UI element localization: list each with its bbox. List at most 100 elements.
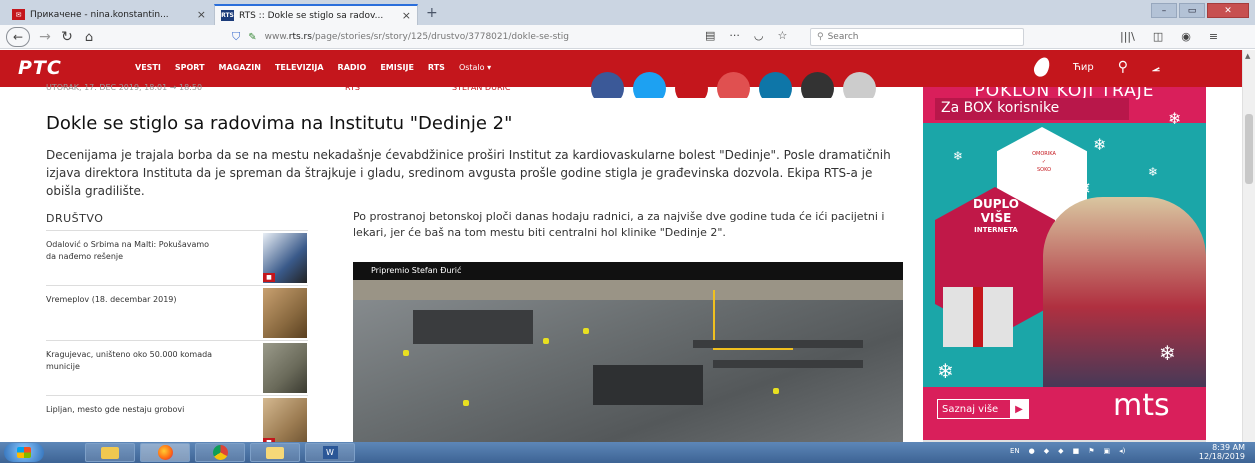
related-item-title[interactable]: Odalović o Srbima na Malti: Pokušavamo d… — [46, 239, 216, 263]
nav-item-rts[interactable]: RTS — [428, 63, 445, 72]
taskbar-clock[interactable]: 8:39 AM 12/18/2019 — [1199, 443, 1245, 461]
twitter-share-icon[interactable] — [633, 72, 666, 98]
nav-item-vesti[interactable]: VESTI — [135, 63, 161, 72]
menu-icon[interactable]: ≡ — [1209, 30, 1218, 43]
facebook-share-icon[interactable] — [591, 72, 624, 98]
list-item[interactable]: Odalović o Srbima na Malti: Pokušavamo d… — [46, 230, 308, 285]
ad-cta-button[interactable]: Saznaj više ▶ — [937, 399, 1029, 419]
ad-family-photo — [1043, 197, 1206, 397]
bookmark-star-icon[interactable]: ☆ — [778, 29, 788, 42]
site-search-icon[interactable]: ⚲ — [1118, 59, 1128, 75]
pinterest-share-icon[interactable] — [675, 72, 708, 98]
scroll-up-icon[interactable]: ▲ — [1245, 52, 1250, 60]
site-logo[interactable]: PTC — [18, 57, 62, 79]
new-tab-button[interactable]: + — [426, 5, 438, 21]
print-icon[interactable] — [801, 72, 834, 98]
related-thumbnail[interactable] — [263, 288, 307, 338]
language-indicator[interactable]: EN — [1010, 447, 1020, 455]
related-item-title[interactable]: Lipljan, mesto gde nestaju grobovi — [46, 404, 216, 416]
linkedin-share-icon[interactable] — [759, 72, 792, 98]
volume-icon[interactable]: ◂) — [1119, 447, 1125, 455]
rss-icon[interactable]: ⦟ — [1152, 60, 1160, 75]
network-icon[interactable]: ▣ — [1103, 447, 1110, 455]
start-button[interactable] — [4, 443, 44, 462]
script-toggle[interactable]: Ћир — [1073, 62, 1094, 73]
clock-time: 8:39 AM — [1212, 443, 1245, 452]
folder-icon — [266, 446, 284, 459]
article-author[interactable]: STEFAN ĐURIĆ — [452, 83, 510, 92]
close-window-button[interactable]: ✕ — [1207, 3, 1249, 18]
nav-item-ostalo[interactable]: Ostalo ▾ — [459, 63, 491, 72]
browser-toolbar: ← → ↻ ⌂ ⛉ ✎ www.rts.rs/page/stories/sr/s… — [0, 25, 1255, 49]
ad-duplo: DUPLO VIŠE INTERNETA — [951, 197, 1041, 235]
tray-app-icon[interactable]: ◆ — [1058, 447, 1063, 455]
related-section-title[interactable]: DRUŠTVO — [46, 212, 103, 225]
tab-title: RTS :: Dokle se stiglo sa radov... — [239, 10, 384, 21]
tab-rts-article[interactable]: RTS RTS :: Dokle se stiglo sa radov... × — [214, 4, 418, 25]
list-item[interactable]: Kragujevac, uništeno oko 50.000 komada m… — [46, 340, 308, 395]
tray-app-icon[interactable]: ■ — [1073, 447, 1080, 455]
nav-item-televizija[interactable]: TELEVIZIJA — [275, 63, 324, 72]
search-icon: ⚲ — [817, 32, 824, 42]
account-icon[interactable]: ◉ — [1181, 30, 1191, 43]
help-icon[interactable]: ● — [1029, 447, 1035, 455]
url-path: /page/stories/sr/story/125/drustvo/37780… — [311, 32, 570, 42]
google-share-icon[interactable] — [717, 72, 750, 98]
address-bar[interactable]: ⛉ ✎ www.rts.rs/page/stories/sr/story/125… — [232, 28, 710, 46]
related-thumbnail[interactable] — [263, 343, 307, 393]
taskbar-firefox[interactable] — [140, 443, 190, 462]
site-wall — [353, 280, 903, 300]
tracking-shield-icon[interactable]: ⛉ — [232, 30, 240, 44]
tab-title: Прикачене - nina.konstantin... — [30, 9, 169, 20]
flag-icon[interactable]: ⚑ — [1088, 447, 1094, 455]
library-icon[interactable]: |||\ — [1120, 30, 1135, 43]
video-player[interactable]: Pripremio Stefan Đurić — [353, 262, 903, 442]
construction-site-image — [353, 280, 903, 442]
folder-icon — [101, 446, 119, 459]
tab-mail[interactable]: ✉ Прикачене - nina.konstantin... × — [6, 4, 212, 25]
home-button[interactable]: ⌂ — [80, 27, 98, 47]
snowflake-icon: ❄ — [937, 359, 954, 383]
related-item-title[interactable]: Vremeplov (18. decembar 2019) — [46, 294, 216, 306]
back-button[interactable]: ← — [6, 27, 30, 47]
page-actions-icon[interactable]: ··· — [729, 29, 740, 42]
nav-item-radio[interactable]: RADIO — [338, 63, 367, 72]
taskbar-word[interactable]: W — [305, 443, 355, 462]
list-item[interactable]: Vremeplov (18. decembar 2019) — [46, 285, 308, 340]
taskbar-explorer[interactable] — [85, 443, 135, 462]
email-share-icon[interactable] — [843, 72, 876, 98]
reload-button[interactable]: ↻ — [58, 27, 76, 47]
site-info-icon[interactable]: ✎ — [248, 32, 256, 43]
minimize-button[interactable]: – — [1151, 3, 1177, 18]
nav-item-sport[interactable]: SPORT — [175, 63, 205, 72]
article-source[interactable]: RTS — [345, 83, 360, 92]
header-actions: Ћир ⚲ ⦟ — [1031, 54, 1160, 80]
forward-button[interactable]: → — [36, 27, 54, 47]
rts-favicon-icon: RTS — [221, 10, 234, 21]
pocket-icon[interactable]: ◡ — [754, 29, 764, 42]
snowflake-icon: ❄ — [1168, 109, 1182, 128]
maximize-button[interactable]: ▭ — [1179, 3, 1205, 18]
tray-app-icon[interactable]: ◆ — [1044, 447, 1049, 455]
rebar-stack — [593, 365, 703, 405]
close-tab-icon[interactable]: × — [197, 8, 206, 21]
url-text[interactable]: www.rts.rs/page/stories/sr/story/125/dru… — [265, 32, 710, 42]
related-item-title[interactable]: Kragujevac, uništeno oko 50.000 komada m… — [46, 349, 216, 373]
page-scrollbar[interactable]: ▲ — [1242, 50, 1255, 442]
mts-advertisement[interactable]: POKLON KOJI TRAJE Za BOX korisnike OMORI… — [923, 87, 1206, 440]
scrollbar-thumb[interactable] — [1245, 114, 1253, 184]
snowflake-icon: ❄ — [1159, 341, 1176, 365]
sidebar-icon[interactable]: ◫ — [1153, 30, 1163, 43]
reader-view-icon[interactable]: ▤ — [705, 29, 715, 42]
nav-item-emisije[interactable]: EMISIJE — [380, 63, 414, 72]
taskbar-folder[interactable] — [250, 443, 300, 462]
search-input[interactable] — [827, 32, 1008, 42]
orange-flame-icon[interactable] — [1031, 54, 1053, 80]
duplo-line3: INTERNETA — [974, 226, 1018, 234]
nav-item-magazin[interactable]: MAGAZIN — [219, 63, 261, 72]
close-tab-icon[interactable]: × — [402, 9, 411, 22]
worker — [583, 328, 589, 334]
search-box[interactable]: ⚲ — [810, 28, 1024, 46]
taskbar-chrome[interactable] — [195, 443, 245, 462]
rebar-stack — [413, 310, 533, 344]
